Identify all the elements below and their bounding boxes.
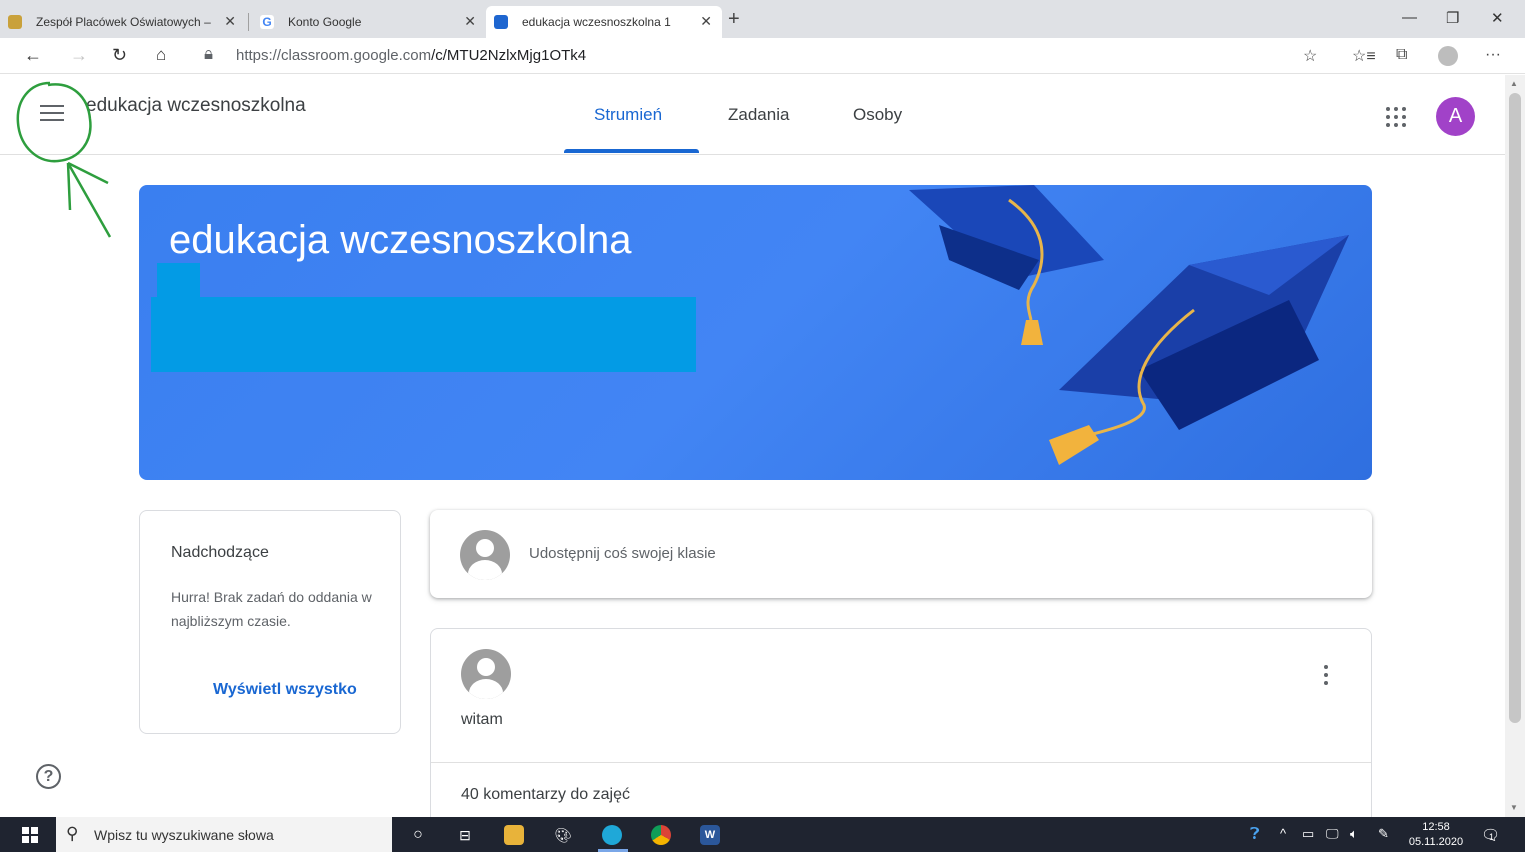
battery-icon[interactable]: ▭ [1302,826,1314,842]
view-all-link[interactable]: Wyświetl wszystko [213,681,357,699]
favorite-star-icon[interactable]: ☆ [1303,46,1317,66]
tab-title: Zespół Placówek Oświatowych – [36,15,211,29]
home-icon[interactable]: ⌂ [156,45,166,65]
address-bar: ← → ↻ ⌂ 🔒︎ https://classroom.google.com/… [0,38,1525,74]
more-options-icon[interactable]: ··· [1485,46,1501,64]
tab-people[interactable]: Osoby [853,105,902,125]
cortana-icon[interactable]: ○ [408,825,428,845]
help-icon[interactable]: ? [36,764,61,789]
search-icon: ⚲ [66,824,79,843]
taskbar-clock[interactable]: 12:58 05.11.2020 [1408,820,1464,850]
tab-title: Konto Google [288,15,362,29]
tab-classwork[interactable]: Zadania [728,105,789,125]
forward-arrow-icon[interactable]: → [70,45,88,66]
browser-tab-1[interactable]: Zespół Placówek Oświatowych – ✕ [0,6,246,38]
favorites-list-icon[interactable]: ☆≡ [1352,46,1376,66]
account-avatar[interactable]: A [1436,97,1475,136]
google-apps-icon[interactable] [1386,107,1406,127]
hand-drawn-circle-arrow-annotation [16,81,112,238]
tab-stream[interactable]: Strumień [594,105,662,125]
volume-icon[interactable]: 🔈︎ [1350,826,1358,842]
chrome-icon[interactable] [651,825,671,845]
collections-icon[interactable]: ⧉ [1396,46,1407,64]
lock-icon[interactable]: 🔒︎ [204,44,213,64]
school-favicon-icon [8,15,22,29]
post-text: witam [461,711,503,728]
word-icon[interactable]: W [700,825,720,845]
post-menu-icon[interactable] [1324,665,1330,689]
classroom-favicon-icon [494,15,508,29]
scroll-up-icon[interactable]: ▲ [1510,79,1518,88]
new-tab-button[interactable]: + [728,8,740,31]
window-close-icon[interactable]: ✕ [1491,9,1504,27]
browser-tab-3-active[interactable]: edukacja wczesnoszkolna 1 ✕ [486,6,722,38]
close-tab-icon[interactable]: ✕ [700,13,712,30]
browser-profile-icon[interactable] [1438,46,1458,66]
edge-browser-icon[interactable] [602,825,622,845]
page-scrollbar[interactable]: ▲ ▼ [1505,75,1525,817]
upcoming-title: Nadchodzące [171,544,269,561]
share-placeholder[interactable]: Udostępnij coś swojej klasie [529,545,716,562]
upcoming-card: Nadchodzące Hurra! Brak zadań do oddania… [139,510,401,734]
search-placeholder: Wpisz tu wyszukiwane słowa [94,827,274,843]
close-tab-icon[interactable]: ✕ [224,13,236,30]
network-icon[interactable]: 🖵︎ [1326,826,1339,842]
google-favicon-icon: G [260,15,274,29]
browser-tab-2[interactable]: G Konto Google ✕ [252,6,486,38]
restore-icon[interactable]: ❐ [1446,9,1459,27]
help-tray-icon[interactable]: ❓︎ [1250,826,1260,844]
active-tab-indicator [564,149,699,153]
paint-icon[interactable]: 🎨︎ [553,825,573,845]
stream-post: witam 40 komentarzy do zajęć [430,628,1372,828]
refresh-icon[interactable]: ↻ [112,45,127,66]
tab-separator [248,13,249,31]
notifications-icon[interactable]: 🗨︎ 1 [1481,826,1500,844]
minimize-icon[interactable]: — [1402,9,1417,26]
task-view-icon[interactable]: ⊟ [455,825,475,845]
scroll-down-icon[interactable]: ▼ [1510,803,1518,812]
close-tab-icon[interactable]: ✕ [464,13,476,30]
post-divider [431,762,1371,763]
class-banner: edukacja wczesnoszkolna [139,185,1372,480]
windows-start-icon[interactable] [22,827,38,843]
scrollbar-thumb[interactable] [1509,93,1521,723]
pen-icon[interactable]: ✎ [1378,826,1389,842]
tab-title: edukacja wczesnoszkolna 1 [522,15,671,29]
browser-tab-bar: Zespół Placówek Oświatowych – ✕ G Konto … [0,0,1525,38]
author-avatar [461,649,511,699]
url-field[interactable]: https://classroom.google.com/c/MTU2NzlxM… [236,47,586,64]
graduation-caps-illustration [909,185,1349,465]
class-comments-link[interactable]: 40 komentarzy do zajęć [461,786,630,804]
back-arrow-icon[interactable]: ← [24,45,42,66]
clock-date: 05.11.2020 [1408,836,1464,848]
notification-count: 1 [1489,832,1495,842]
classroom-header: edukacja wczesnoszkolna Strumień Zadania… [0,75,1505,155]
clock-time: 12:58 [1422,821,1450,833]
share-box[interactable]: Udostępnij coś swojej klasie [430,510,1372,598]
windows-taskbar: ⚲ Wpisz tu wyszukiwane słowa ○ ⊟ 🎨︎ W ❓︎… [0,817,1525,852]
user-avatar [460,530,510,580]
show-hidden-icons-icon[interactable]: ^ [1280,826,1286,841]
file-explorer-icon[interactable] [504,825,524,845]
taskbar-search[interactable]: ⚲ Wpisz tu wyszukiwane słowa [56,817,392,852]
upcoming-text: Hurra! Brak zadań do oddania w najbliższ… [171,589,372,629]
